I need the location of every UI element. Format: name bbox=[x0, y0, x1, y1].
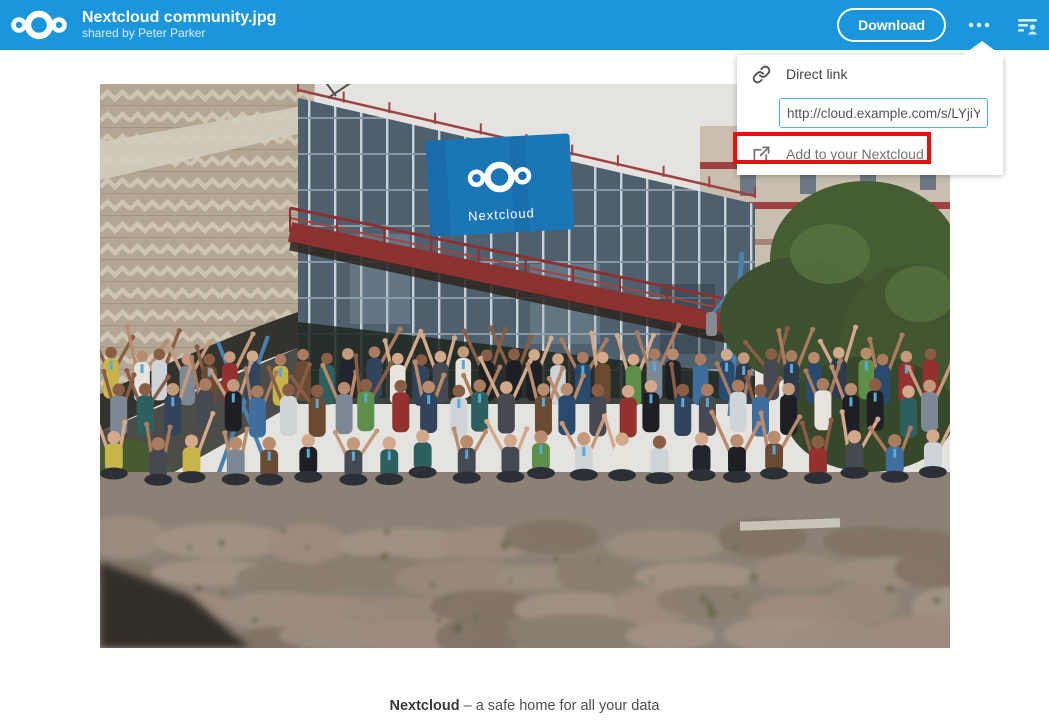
app-header: Nextcloud community.jpg shared by Peter … bbox=[0, 0, 1049, 50]
link-icon bbox=[752, 65, 771, 84]
direct-link-input[interactable] bbox=[779, 98, 988, 128]
menu-item-direct-link[interactable]: Direct link bbox=[737, 56, 1003, 92]
menu-item-add-to-nextcloud[interactable]: Add to your Nextcloud bbox=[737, 136, 1003, 172]
photo-lamp bbox=[706, 312, 717, 336]
menu-item-label: Direct link bbox=[786, 66, 847, 82]
download-button[interactable]: Download bbox=[837, 8, 946, 42]
header-titles: Nextcloud community.jpg shared by Peter … bbox=[82, 9, 276, 41]
share-menu-popover: Direct link Add to your Nextcloud bbox=[737, 55, 1003, 175]
nextcloud-logo-icon bbox=[10, 7, 68, 43]
popover-caret bbox=[963, 41, 1001, 55]
details-toggle-button[interactable] bbox=[1012, 10, 1043, 41]
header-actions: Download bbox=[837, 8, 1043, 42]
caption-brand: Nextcloud bbox=[390, 698, 460, 714]
photo-nextcloud-banner: Nextcloud bbox=[425, 133, 574, 236]
footer-caption: Nextcloud – a safe home for all your dat… bbox=[0, 698, 1049, 714]
shared-by-subtitle: shared by Peter Parker bbox=[82, 27, 276, 41]
details-list-person-icon bbox=[1016, 14, 1039, 37]
file-title: Nextcloud community.jpg bbox=[82, 9, 276, 27]
external-link-icon bbox=[752, 145, 771, 164]
ellipsis-icon bbox=[966, 12, 992, 38]
caption-tagline: – a safe home for all your data bbox=[460, 698, 660, 714]
more-menu-button[interactable] bbox=[962, 8, 996, 42]
menu-item-label: Add to your Nextcloud bbox=[786, 146, 924, 162]
